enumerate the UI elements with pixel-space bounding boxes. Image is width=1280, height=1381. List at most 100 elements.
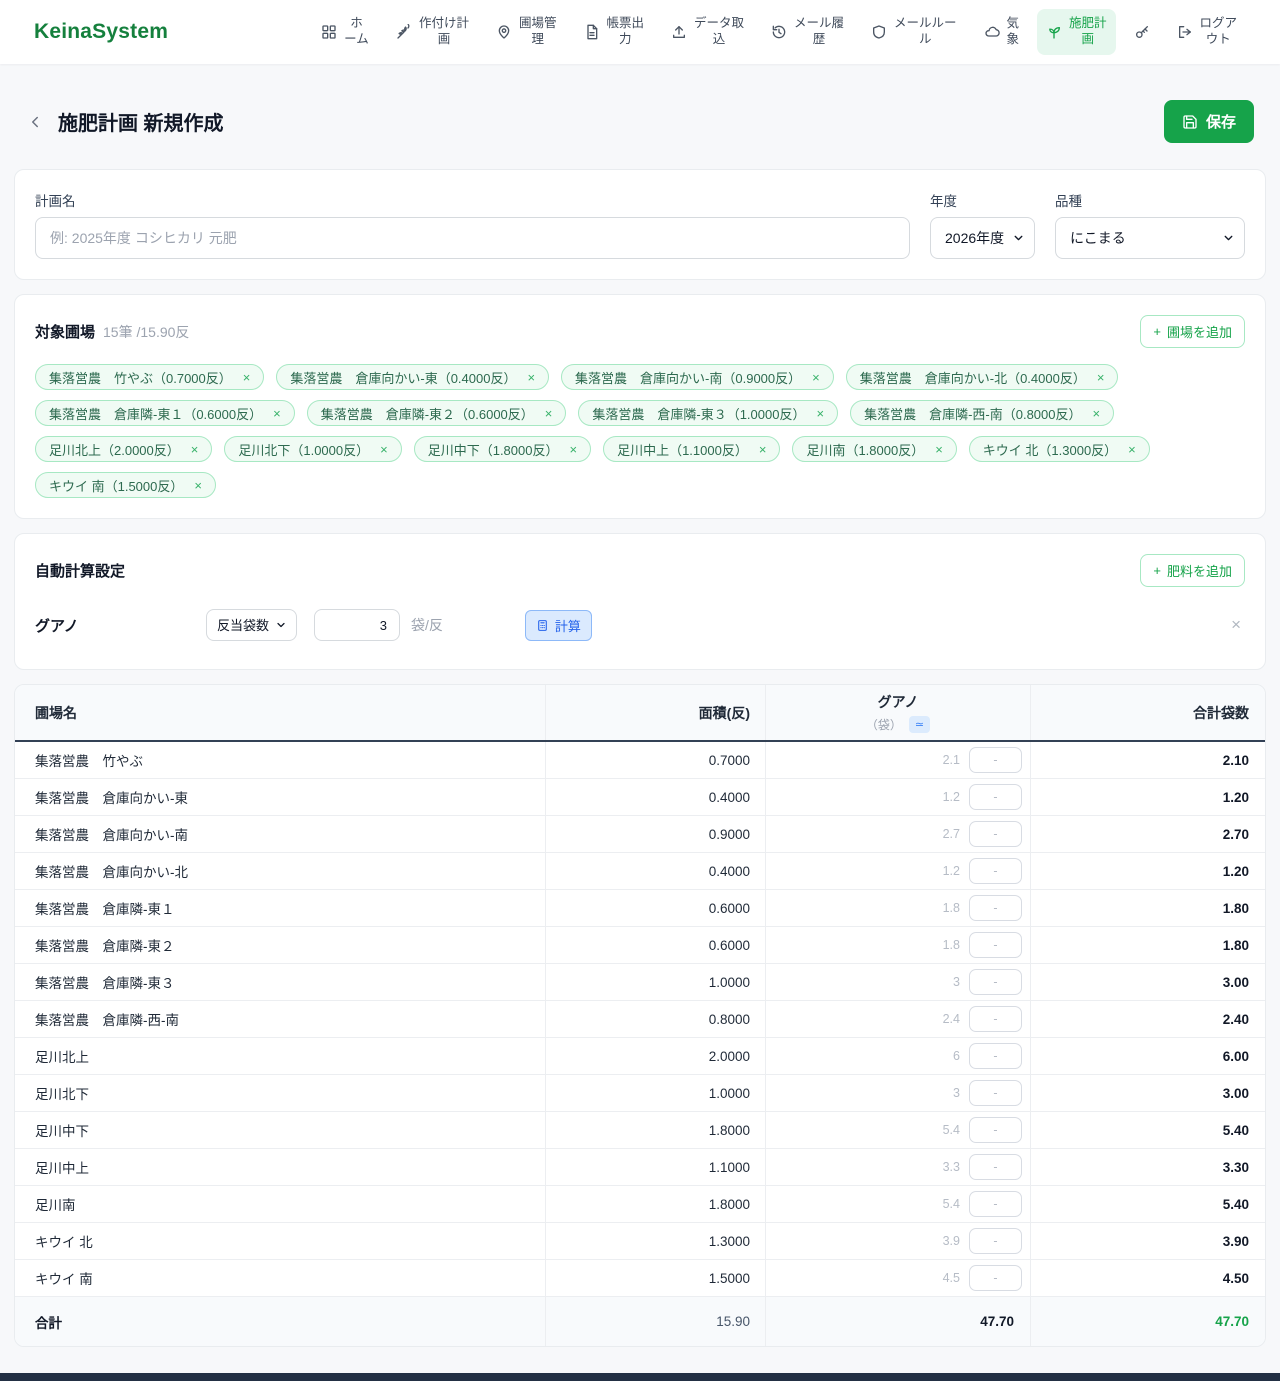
tag-remove-button[interactable]: × — [816, 407, 824, 420]
back-button[interactable] — [26, 113, 44, 131]
field-tag-label: キウイ 北（1.3000反） — [983, 440, 1117, 459]
tag-remove-button[interactable]: × — [1097, 371, 1105, 384]
nav-weather[interactable]: 気象 — [975, 9, 1029, 54]
nav-field-management[interactable]: 圃場管理 — [487, 9, 566, 54]
tag-remove-button[interactable]: × — [191, 443, 199, 456]
tag-remove-button[interactable]: × — [527, 371, 535, 384]
approx-toggle-badge[interactable]: ≃ — [909, 716, 930, 733]
table-row: 集落営農 倉庫向かい-南 0.9000 2.7 2.70 — [15, 816, 1265, 853]
add-fertilizer-button[interactable]: + 肥料を追加 — [1140, 554, 1245, 587]
target-fields-title: 対象圃場 — [35, 321, 95, 342]
row-total-bags: 3.00 — [1031, 964, 1265, 1000]
history-icon — [771, 24, 787, 40]
row-manual-input[interactable] — [969, 858, 1022, 884]
tag-remove-button[interactable]: × — [380, 443, 388, 456]
field-tag-list: 集落営農 竹やぶ（0.7000反） × 集落営農 倉庫向かい-東（0.4000反… — [35, 364, 1245, 498]
row-manual-input[interactable] — [969, 1043, 1022, 1069]
add-field-button[interactable]: + 圃場を追加 — [1140, 315, 1245, 348]
row-field-name: 足川北下 — [15, 1075, 546, 1111]
remove-fertilizer-button[interactable]: × — [1227, 615, 1245, 635]
nav-home[interactable]: ホーム — [312, 9, 378, 54]
row-area: 1.0000 — [546, 964, 766, 1000]
row-field-name: 集落営農 倉庫隣-西-南 — [15, 1001, 546, 1037]
nav-key[interactable] — [1125, 17, 1159, 47]
grid-icon — [321, 24, 337, 40]
nav-report-output[interactable]: 帳票出力 — [575, 9, 654, 54]
year-select[interactable]: 2026年度 — [930, 217, 1035, 259]
save-icon — [1182, 114, 1198, 130]
tag-remove-button[interactable]: × — [545, 407, 553, 420]
field-tag: 集落営農 倉庫向かい-南（0.9000反） × — [561, 364, 834, 390]
row-manual-input[interactable] — [969, 747, 1022, 773]
field-tag-label: 集落営農 倉庫向かい-南（0.9000反） — [575, 368, 801, 387]
tag-remove-button[interactable]: × — [935, 443, 943, 456]
calc-method-select[interactable]: 反当袋数 — [206, 609, 297, 641]
row-area: 2.0000 — [546, 1038, 766, 1074]
field-tag: 足川北上（2.0000反） × — [35, 436, 212, 462]
row-auto-value: 1.2 — [943, 864, 960, 878]
row-manual-input[interactable] — [969, 1265, 1022, 1291]
row-manual-input[interactable] — [969, 1117, 1022, 1143]
field-tag-label: 足川南（1.8000反） — [806, 440, 924, 459]
nav-mail-history[interactable]: メール履歴 — [762, 9, 853, 54]
bags-per-tan-input[interactable] — [314, 609, 400, 641]
nav-logout[interactable]: ログアウト — [1168, 9, 1247, 54]
field-tag-label: 集落営農 倉庫向かい-東（0.4000反） — [290, 368, 516, 387]
row-manual-input[interactable] — [969, 1154, 1022, 1180]
app-logo[interactable]: KeinaSystem — [34, 20, 168, 44]
nav-planting-plan[interactable]: 作付け計画 — [387, 9, 478, 54]
tag-remove-button[interactable]: × — [812, 371, 820, 384]
row-manual-input[interactable] — [969, 932, 1022, 958]
row-auto-value: 1.8 — [943, 901, 960, 915]
table-row: 集落営農 倉庫向かい-東 0.4000 1.2 1.20 — [15, 779, 1265, 816]
field-tag: 集落営農 倉庫隣-東３（1.0000反） × — [578, 400, 838, 426]
save-button[interactable]: 保存 — [1164, 100, 1254, 143]
row-total-bags: 3.90 — [1031, 1223, 1265, 1259]
field-tag-label: 集落営農 倉庫隣-東１（0.6000反） — [49, 404, 262, 423]
plus-icon: + — [1153, 324, 1161, 339]
field-tag: キウイ 北（1.3000反） × — [969, 436, 1150, 462]
col-guano: グアノ （袋） ≃ — [766, 685, 1031, 740]
tag-remove-button[interactable]: × — [273, 407, 281, 420]
tag-remove-button[interactable]: × — [243, 371, 251, 384]
row-manual-input[interactable] — [969, 1228, 1022, 1254]
row-manual-input[interactable] — [969, 784, 1022, 810]
row-manual-input[interactable] — [969, 821, 1022, 847]
plan-name-input[interactable] — [35, 217, 910, 259]
row-auto-value: 1.8 — [943, 938, 960, 952]
page-title: 施肥計画 新規作成 — [58, 107, 224, 136]
row-field-name: 足川北上 — [15, 1038, 546, 1074]
col-field-name: 圃場名 — [15, 685, 546, 740]
fertilizer-row: グアノ 反当袋数 袋/反 計算 × — [35, 609, 1245, 649]
row-field-name: 集落営農 倉庫隣-東１ — [15, 890, 546, 926]
field-tag: 集落営農 倉庫隣-東２（0.6000反） × — [307, 400, 567, 426]
total-bags: 47.70 — [1031, 1297, 1265, 1346]
nav-mail-rules[interactable]: メールルール — [862, 9, 966, 54]
field-tag: 足川南（1.8000反） × — [792, 436, 956, 462]
nav-fertilization-plan[interactable]: 施肥計画 — [1037, 9, 1116, 54]
table-row: キウイ 北 1.3000 3.9 3.90 — [15, 1223, 1265, 1260]
total-guano: 47.70 — [766, 1297, 1031, 1346]
row-area: 0.4000 — [546, 779, 766, 815]
field-tag-label: 集落営農 倉庫隣-東３（1.0000反） — [592, 404, 805, 423]
calculate-button[interactable]: 計算 — [525, 610, 592, 641]
field-tag-label: 足川北上（2.0000反） — [49, 440, 180, 459]
row-manual-input[interactable] — [969, 1006, 1022, 1032]
row-manual-input[interactable] — [969, 895, 1022, 921]
row-auto-value: 3.3 — [943, 1160, 960, 1174]
tag-remove-button[interactable]: × — [569, 443, 577, 456]
tag-remove-button[interactable]: × — [194, 479, 202, 492]
col-guano-unit: （袋） — [866, 716, 902, 733]
table-row: キウイ 南 1.5000 4.5 4.50 — [15, 1260, 1265, 1297]
fields-table: 圃場名 面積(反) グアノ （袋） ≃ 合計袋数 集落営農 竹やぶ 0.7000… — [14, 684, 1266, 1347]
row-manual-input[interactable] — [969, 1191, 1022, 1217]
tag-remove-button[interactable]: × — [759, 443, 767, 456]
variety-select[interactable]: にこまる — [1055, 217, 1245, 259]
row-manual-input[interactable] — [969, 969, 1022, 995]
row-area: 1.8000 — [546, 1112, 766, 1148]
nav-data-import[interactable]: データ取込 — [662, 9, 753, 54]
tag-remove-button[interactable]: × — [1128, 443, 1136, 456]
row-manual-input[interactable] — [969, 1080, 1022, 1106]
field-tag-label: 足川中上（1.1000反） — [617, 440, 748, 459]
tag-remove-button[interactable]: × — [1092, 407, 1100, 420]
